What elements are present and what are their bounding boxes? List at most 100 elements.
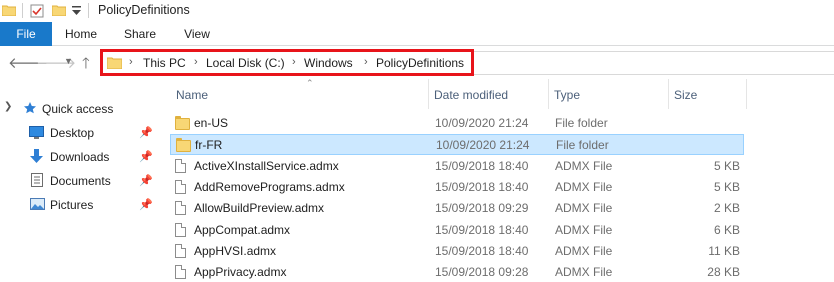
breadcrumb-this-pc[interactable]: This PC [143,56,186,70]
recent-locations-chevron-icon[interactable]: ▼ [64,56,73,66]
sort-ascending-icon: ⌃ [306,78,314,88]
file-date-modified: 15/09/2018 18:40 [435,158,529,173]
tab-file[interactable]: File [0,22,52,46]
ribbon-tabs: File Home Share View [0,22,834,46]
nav-item-quick-access[interactable]: ❯ Quick access [0,98,158,120]
new-folder-icon[interactable] [51,4,67,19]
file-size: 11 KB [708,243,740,258]
file-icon [175,179,186,197]
file-type: ADMX File [555,222,613,237]
breadcrumb-chevron-icon[interactable]: › [364,56,368,68]
table-row[interactable]: fr-FR 10/09/2020 21:24 File folder [170,134,744,156]
file-name: AddRemovePrograms.admx [194,179,345,194]
file-list: ⌃ Name Date modified Type Size en-US 10/0… [158,78,834,282]
nav-item-label: Desktop [50,126,95,140]
folder-icon [176,138,191,155]
breadcrumb-local-disk[interactable]: Local Disk (C:) [206,56,285,70]
file-type: ADMX File [555,201,613,216]
breadcrumb-chevron-icon[interactable]: › [194,56,198,68]
folder-icon [1,4,17,19]
tab-share[interactable]: Share [114,22,166,46]
folder-icon [175,116,190,133]
file-date-modified: 10/09/2020 21:24 [436,138,530,153]
folder-icon [106,56,123,72]
file-date-modified: 15/09/2018 09:28 [435,265,529,280]
table-row[interactable]: AllowBuildPreview.admx 15/09/2018 09:29 AD… [170,198,744,219]
file-name: AppHVSI.admx [194,243,277,258]
title-separator [88,3,89,18]
table-row[interactable]: ActiveXInstallService.admx 15/09/2018 18:… [170,156,744,177]
file-name: AppCompat.admx [194,222,291,237]
column-header-label: Type [554,88,581,102]
file-icon [175,243,186,261]
nav-item-downloads[interactable]: Downloads 📌 [0,146,158,168]
pin-icon[interactable]: 📌 [139,150,153,163]
nav-item-desktop[interactable]: Desktop 📌 [0,122,158,144]
nav-item-label: Pictures [50,198,94,212]
file-icon [175,201,186,218]
column-header-label: Size [674,88,698,102]
title-bar: PolicyDefinitions [0,0,834,22]
column-divider[interactable] [746,79,747,109]
tab-home[interactable]: Home [56,22,106,46]
nav-item-label: Downloads [50,150,110,164]
expand-chevron-icon[interactable]: ❯ [4,101,12,112]
download-arrow-icon [30,149,43,166]
file-icon [175,222,186,240]
file-type: ADMX File [555,179,613,194]
file-name: fr-FR [195,138,223,153]
breadcrumb-windows[interactable]: Windows [304,56,353,70]
tab-view[interactable]: View [174,22,220,46]
pin-icon[interactable]: 📌 [139,126,153,139]
nav-item-pictures[interactable]: Pictures 📌 [0,194,158,216]
desktop-icon [29,126,44,142]
file-type: ADMX File [555,265,613,280]
file-size: 6 KB [713,222,740,237]
table-row[interactable]: AppPrivacy.admx 15/09/2018 09:28 ADMX File… [170,262,744,282]
column-header-size[interactable]: Size [668,79,748,109]
column-header-date-modified[interactable]: Date modified [428,79,548,109]
table-row[interactable]: AddRemovePrograms.admx 15/09/2018 18:40 AD… [170,177,744,198]
file-date-modified: 15/09/2018 18:40 [435,179,529,194]
file-name: AppPrivacy.admx [194,265,287,280]
window-title: PolicyDefinitions [98,3,190,17]
navigation-pane: ❯ Quick access Desktop 📌 Downloads 📌 Doc… [0,79,158,282]
pin-icon[interactable]: 📌 [139,174,153,187]
file-name: en-US [194,116,229,130]
pictures-icon [30,198,45,213]
breadcrumb-chevron-icon[interactable]: › [129,56,133,68]
file-date-modified: 10/09/2020 21:24 [435,116,529,130]
file-type: File folder [555,116,608,130]
file-icon [175,158,186,176]
file-type: ADMX File [555,243,613,258]
customize-toolbar-icon[interactable] [72,5,81,19]
column-header-type[interactable]: Type [548,79,668,109]
file-size: 5 KB [713,179,740,194]
nav-item-documents[interactable]: Documents 📌 [0,170,158,192]
file-name: ActiveXInstallService.admx [194,158,339,173]
title-separator [22,3,23,18]
file-type: ADMX File [555,158,613,173]
nav-item-label: Quick access [42,102,114,116]
nav-item-label: Documents [50,174,111,188]
properties-checkbox-icon[interactable] [30,4,44,21]
file-size: 2 KB [713,201,740,216]
navigation-row: 🡐 🡒 ▼ 🡑 › This PC › Local Disk (C:) › Wi… [0,47,834,79]
table-row[interactable]: AppHVSI.admx 15/09/2018 18:40 ADMX File 11 … [170,241,744,262]
column-header-name[interactable]: ⌃ Name [170,78,434,109]
table-row[interactable]: AppCompat.admx 15/09/2018 18:40 ADMX File 6… [170,220,744,241]
file-date-modified: 15/09/2018 09:29 [435,201,529,216]
breadcrumb-chevron-icon[interactable]: › [292,56,296,68]
file-size: 5 KB [713,158,740,173]
pin-icon[interactable]: 📌 [139,198,153,211]
file-date-modified: 15/09/2018 18:40 [435,243,529,258]
file-type: File folder [556,138,609,153]
breadcrumb-policydefinitions[interactable]: PolicyDefinitions [376,56,464,70]
table-row[interactable]: en-US 10/09/2020 21:24 File folder [170,113,744,134]
column-header-label: Name [176,88,209,102]
file-size: 28 KB [707,265,740,280]
column-header-label: Date modified [434,88,509,102]
file-date-modified: 15/09/2018 18:40 [435,222,529,237]
file-icon [175,265,186,282]
up-arrow-icon[interactable]: 🡑 [82,53,90,78]
